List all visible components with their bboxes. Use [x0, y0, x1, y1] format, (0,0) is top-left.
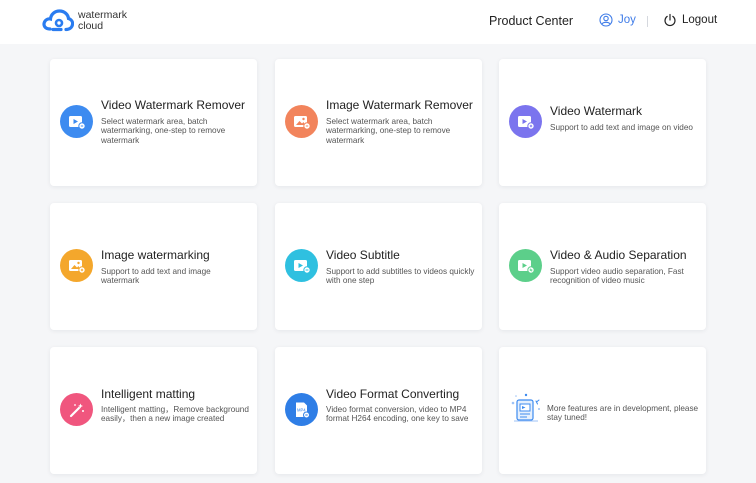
- user-menu[interactable]: Joy: [599, 13, 636, 27]
- card-image-watermark-remover[interactable]: Image Watermark Remover Select watermark…: [275, 59, 482, 186]
- card-title: Intelligent matting: [101, 387, 196, 401]
- cloud-logo-icon: [42, 9, 74, 32]
- logo-text-line2: cloud: [78, 20, 104, 32]
- user-icon: [599, 13, 613, 27]
- card-description: Support video audio separation, Fast rec…: [550, 267, 684, 286]
- card-title: Video Watermark Remover: [101, 98, 246, 112]
- card-title: Video Watermark: [550, 104, 643, 118]
- svg-text:MP4: MP4: [297, 407, 306, 412]
- card-description: Intelligent matting，Remove background ea…: [101, 405, 249, 424]
- card-description: Select watermark area, batch watermarkin…: [326, 117, 451, 145]
- image-remove-icon: [285, 105, 318, 138]
- card-title: Video Subtitle: [326, 248, 400, 262]
- video-remove-icon: [60, 105, 93, 138]
- nav-divider: [647, 16, 648, 27]
- card-video-subtitle[interactable]: Video Subtitle Support to add subtitles …: [275, 203, 482, 330]
- card-title: Image Watermark Remover: [326, 98, 473, 112]
- audio-separation-icon: [509, 249, 542, 282]
- watermark-cloud-logo[interactable]: watermark cloud: [42, 9, 127, 33]
- card-image-watermarking[interactable]: Image watermarking Support to add text a…: [50, 203, 257, 330]
- card-coming-soon: More features are in development, please…: [499, 347, 706, 474]
- card-intelligent-matting[interactable]: Intelligent matting Intelligent matting，…: [50, 347, 257, 474]
- card-description: Video format conversion, video to MP4 fo…: [326, 405, 469, 424]
- coming-soon-icon: [508, 391, 544, 432]
- card-video-audio-separation[interactable]: Video & Audio Separation Support video a…: [499, 203, 706, 330]
- video-watermark-icon: [509, 105, 542, 138]
- card-video-format-converting[interactable]: MP4 Video Format Converting Video format…: [275, 347, 482, 474]
- coming-soon-text: More features are in development, please…: [547, 404, 699, 423]
- logout-label: Logout: [682, 14, 718, 26]
- card-video-watermark[interactable]: Video Watermark Support to add text and …: [499, 59, 706, 186]
- card-title: Video & Audio Separation: [550, 248, 687, 262]
- card-description: Support to add text and image watermark: [101, 267, 211, 286]
- top-header: watermark cloud Product Center Joy Logou…: [0, 0, 756, 44]
- image-watermark-icon: [60, 249, 93, 282]
- product-center-link[interactable]: Product Center: [489, 14, 573, 28]
- logout-button[interactable]: Logout: [663, 13, 717, 27]
- magic-wand-icon: [60, 393, 93, 426]
- card-description: Select watermark area, batch watermarkin…: [101, 117, 226, 145]
- card-title: Video Format Converting: [326, 387, 460, 401]
- mp4-convert-icon: MP4: [285, 393, 318, 426]
- card-title: Image watermarking: [101, 248, 210, 262]
- user-name: Joy: [618, 14, 636, 26]
- card-description: Support to add text and image on video: [550, 123, 693, 132]
- video-subtitle-icon: [285, 249, 318, 282]
- card-video-watermark-remover[interactable]: Video Watermark Remover Select watermark…: [50, 59, 257, 186]
- power-icon: [664, 13, 676, 27]
- card-description: Support to add subtitles to videos quick…: [326, 267, 475, 286]
